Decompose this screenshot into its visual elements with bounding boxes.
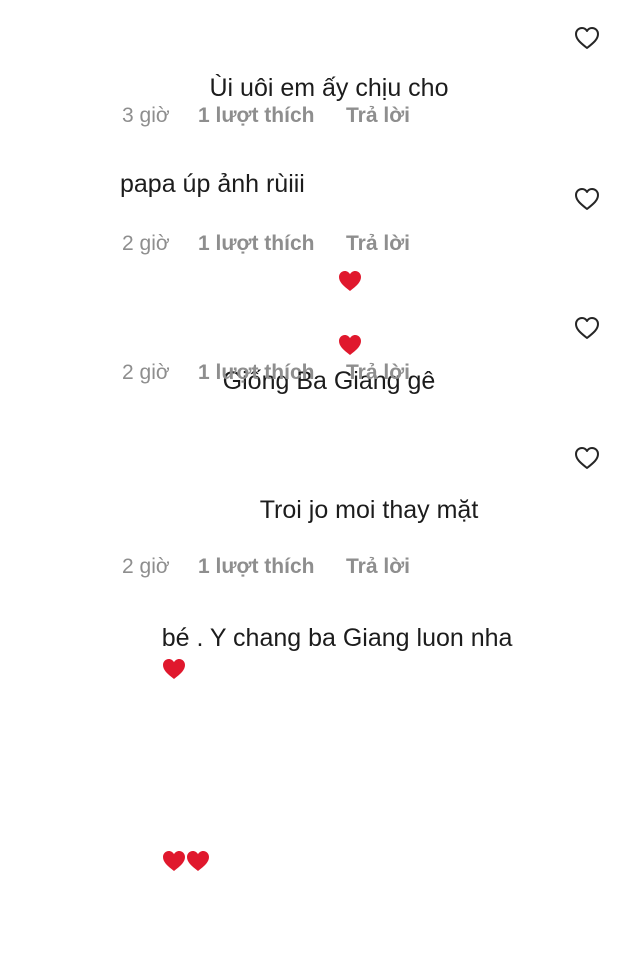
comment-text-segment: bé . Y chang ba Giang luon nha — [161, 624, 513, 652]
comment-time: 2 giờ — [122, 361, 170, 384]
like-button[interactable] — [574, 316, 600, 340]
comment-likes-count[interactable]: 1 lượt thích — [198, 232, 314, 256]
reply-button[interactable]: Trả lời — [346, 232, 410, 256]
heart-outline-icon — [575, 317, 599, 339]
reply-button[interactable]: Trả lời — [346, 361, 410, 385]
comment-likes-count[interactable]: 1 lượt thích — [198, 361, 314, 385]
heart-outline-icon — [575, 27, 599, 49]
heart-outline-icon — [575, 447, 599, 469]
like-button[interactable] — [574, 26, 600, 50]
comment-text-line: Ùi uôi em ấy chịu cho — [209, 74, 449, 102]
reply-button[interactable]: Trả lời — [346, 555, 410, 579]
comment-time: 2 giờ — [122, 555, 170, 578]
comment-time: 3 giờ — [122, 104, 170, 127]
red-heart-emoji — [162, 848, 186, 876]
red-heart-emoji — [186, 848, 210, 876]
comment-text-line: bé . Y chang ba Giang luon nha — [120, 590, 538, 718]
comment-time: 2 giờ — [122, 232, 170, 255]
comment-text-line: ❤️❤️❤️ — [120, 782, 538, 910]
reply-button[interactable]: Trả lời — [346, 104, 410, 128]
like-button[interactable] — [574, 446, 600, 470]
comment-text-line: Giống Ba Giang gê — [222, 367, 436, 395]
heart-outline-icon — [575, 188, 599, 210]
comment-likes-count[interactable]: 1 lượt thích — [198, 555, 314, 579]
comment-text-line: Troi jo moi thay mặt — [259, 496, 479, 524]
red-heart-emoji — [162, 656, 186, 684]
comment-text: Troi jo moi thay mặt bé . Y chang ba Gia… — [120, 430, 538, 974]
comment-likes-count[interactable]: 1 lượt thích — [198, 104, 314, 128]
like-button[interactable] — [574, 187, 600, 211]
